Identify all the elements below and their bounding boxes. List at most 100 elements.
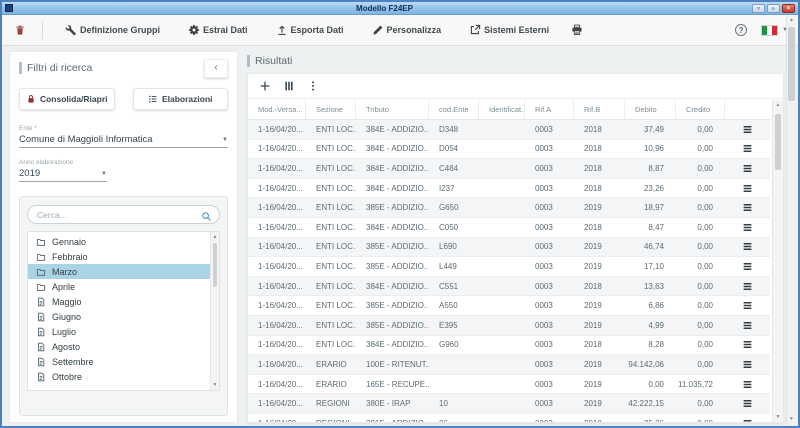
cell: 4,99 — [625, 321, 676, 330]
table-scrollbar[interactable]: ▲ ▼ — [772, 100, 783, 422]
cell: 384E - ADDIZIO... — [356, 184, 429, 193]
table-row[interactable]: 1-16/04/20...ENTI LOC...385E - ADDIZIO..… — [248, 198, 770, 218]
table-row[interactable]: 1-16/04/20...ERARIO100E - RITENUT...0003… — [248, 355, 770, 375]
delete-button[interactable] — [8, 21, 32, 39]
table-row[interactable]: 1-16/04/20...ENTI LOC...385E - ADDIZIO..… — [248, 257, 770, 277]
anno-field: Anno elaborazione 2019 ▼ — [19, 159, 228, 182]
month-item-aprile[interactable]: Aprile — [28, 279, 219, 294]
ente-select[interactable]: Comune di Maggioli Informatica ▼ — [19, 134, 228, 148]
row-menu-button[interactable] — [725, 143, 770, 154]
cell: 1-16/04/20... — [248, 184, 306, 193]
window-scrollbar[interactable]: ▲ ▼ — [786, 16, 796, 424]
cell: 1-16/04/20... — [248, 242, 306, 251]
row-menu-button[interactable] — [725, 183, 770, 194]
table-row[interactable]: 1-16/04/20...ENTI LOC...385E - ADDIZIO..… — [248, 296, 770, 316]
collapse-panel-button[interactable]: ‹ — [204, 59, 228, 78]
column-header[interactable]: Mod.-Versa... — [248, 99, 306, 120]
month-list-scrollbar[interactable]: ▲ ▼ — [210, 232, 219, 390]
cell: 46,74 — [625, 242, 676, 251]
add-button[interactable] — [258, 79, 272, 93]
table-row[interactable]: 1-16/04/20...ENTI LOC...384E - ADDIZIO..… — [248, 159, 770, 179]
cell: 1-16/04/20... — [248, 419, 306, 423]
table-row[interactable]: 1-16/04/20...REGIONI380E - IRAP100003201… — [248, 394, 770, 414]
row-menu-button[interactable] — [725, 359, 770, 370]
column-header[interactable]: Identificat... — [479, 99, 525, 120]
column-header[interactable]: Rif.A — [525, 99, 574, 120]
row-menu-button[interactable] — [725, 261, 770, 272]
hamburger-icon — [742, 202, 753, 213]
row-menu-button[interactable] — [725, 202, 770, 213]
month-item-giugno[interactable]: Giugno — [28, 309, 219, 324]
column-header[interactable]: Sezione — [306, 99, 356, 120]
columns-icon[interactable] — [282, 79, 296, 93]
month-item-settembre[interactable]: Settembre — [28, 354, 219, 369]
search-input[interactable] — [35, 209, 201, 221]
minimize-button[interactable]: ▿ — [752, 4, 765, 13]
month-item-maggio[interactable]: Maggio — [28, 294, 219, 309]
table-row[interactable]: 1-16/04/20...ENTI LOC...385E - ADDIZIO..… — [248, 238, 770, 258]
row-menu-button[interactable] — [725, 418, 770, 423]
row-menu-button[interactable] — [725, 281, 770, 292]
row-menu-button[interactable] — [725, 398, 770, 409]
toolbar-sistemi-esterni[interactable]: Sistemi Esterni — [457, 20, 561, 40]
cell: ENTI LOC... — [306, 340, 356, 349]
table-row[interactable]: 1-16/04/20...ENTI LOC...384E - ADDIZIO..… — [248, 277, 770, 297]
table-row[interactable]: 1-16/04/20...ENTI LOC...384E - ADDIZIO..… — [248, 140, 770, 160]
document-icon — [36, 372, 46, 382]
consolida-riapri-button[interactable]: Consolida/Riapri — [19, 88, 115, 110]
help-icon[interactable]: ? — [735, 24, 747, 36]
scroll-up-icon[interactable]: ▲ — [773, 100, 783, 110]
row-menu-button[interactable] — [725, 320, 770, 331]
column-header[interactable]: Rif.B — [574, 99, 625, 120]
scrollbar-thumb[interactable] — [788, 27, 795, 101]
table-row[interactable]: 1-16/04/20...REGIONI381E - ADDIZIO...060… — [248, 414, 770, 423]
table-row[interactable]: 1-16/04/20...ENTI LOC...384E - ADDIZIO..… — [248, 120, 770, 140]
month-item-febbraio[interactable]: Febbraio — [28, 249, 219, 264]
row-menu-button[interactable] — [725, 379, 770, 390]
column-header[interactable]: Tributo — [356, 99, 429, 120]
month-item-marzo[interactable]: Marzo — [28, 264, 219, 279]
toolbar-estrai-dati[interactable]: Estrai Dati — [176, 20, 260, 40]
scrollbar-thumb[interactable] — [213, 243, 217, 287]
column-header[interactable]: cod.Ente — [429, 99, 479, 120]
scroll-up-icon[interactable]: ▲ — [211, 232, 219, 242]
scroll-up-icon[interactable]: ▲ — [787, 16, 796, 25]
anno-select[interactable]: 2019 ▼ — [19, 168, 107, 182]
cell: 0,00 — [676, 360, 725, 369]
row-menu-button[interactable] — [725, 339, 770, 350]
toolbar-definizione-gruppi[interactable]: Definizione Gruppi — [53, 20, 172, 40]
cell: 384E - ADDIZIO... — [356, 164, 429, 173]
row-menu-button[interactable] — [725, 222, 770, 233]
month-item-gennaio[interactable]: Gennaio — [28, 234, 219, 249]
column-header[interactable]: Credito — [676, 99, 725, 120]
month-item-agosto[interactable]: Agosto — [28, 339, 219, 354]
column-header[interactable]: Debito — [625, 99, 676, 120]
language-selector[interactable]: ▼ — [761, 25, 788, 36]
month-item-luglio[interactable]: Luglio — [28, 324, 219, 339]
scroll-down-icon[interactable]: ▼ — [773, 412, 783, 422]
print-button[interactable] — [565, 21, 589, 39]
row-menu-button[interactable] — [725, 300, 770, 311]
close-button[interactable]: × — [782, 4, 795, 13]
table-row[interactable]: 1-16/04/20...ENTI LOC...384E - ADDIZIO..… — [248, 218, 770, 238]
table-row[interactable]: 1-16/04/20...ERARIO165E - RECUPE...00032… — [248, 375, 770, 395]
elaborazioni-button[interactable]: Elaborazioni — [133, 88, 229, 110]
toolbar-esporta-dati[interactable]: Esporta Dati — [264, 20, 356, 40]
row-menu-button[interactable] — [725, 241, 770, 252]
cell: 1-16/04/20... — [248, 399, 306, 408]
window-titlebar[interactable]: Modello F24EP ▿ ▹ × — [2, 2, 798, 15]
row-menu-button[interactable] — [725, 163, 770, 174]
more-options-icon[interactable] — [306, 79, 320, 93]
scroll-down-icon[interactable]: ▼ — [787, 415, 796, 424]
month-item-ottobre[interactable]: Ottobre — [28, 369, 219, 384]
table-row[interactable]: 1-16/04/20...ENTI LOC...384E - ADDIZIO..… — [248, 336, 770, 356]
hamburger-icon — [742, 281, 753, 292]
month-label: Giugno — [52, 312, 81, 322]
scroll-down-icon[interactable]: ▼ — [211, 380, 219, 390]
row-menu-button[interactable] — [725, 124, 770, 135]
scrollbar-thumb[interactable] — [775, 114, 781, 170]
maximize-button[interactable]: ▹ — [767, 4, 780, 13]
table-row[interactable]: 1-16/04/20...ENTI LOC...384E - ADDIZIO..… — [248, 179, 770, 199]
toolbar-personalizza[interactable]: Personalizza — [360, 20, 454, 40]
table-row[interactable]: 1-16/04/20...ENTI LOC...385E - ADDIZIO..… — [248, 316, 770, 336]
